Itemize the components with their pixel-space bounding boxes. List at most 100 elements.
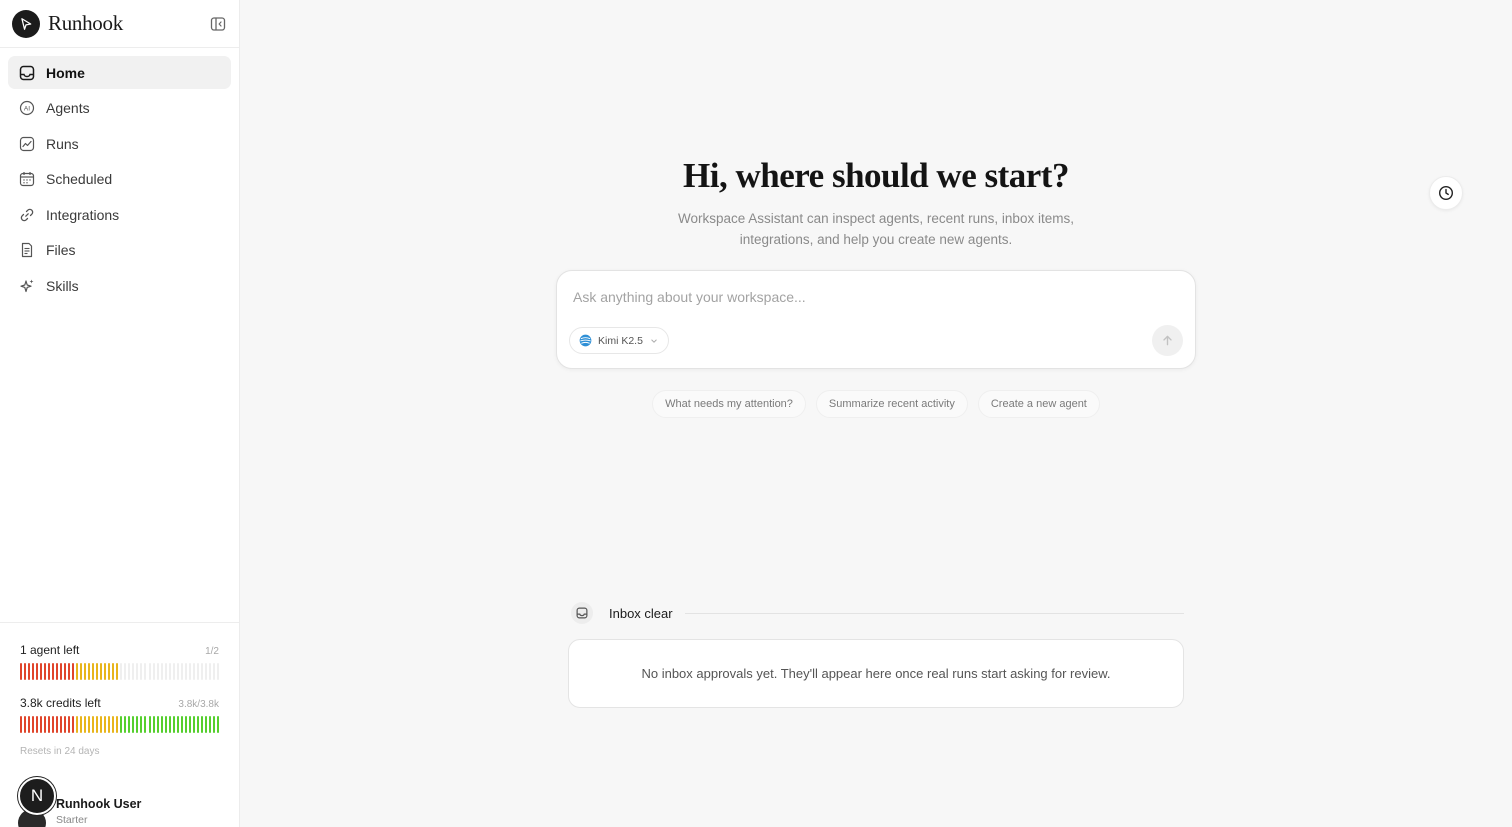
meter-tick — [84, 663, 87, 680]
brand-header: Runhook — [0, 0, 239, 48]
meter-tick — [24, 663, 27, 680]
divider — [684, 612, 1184, 614]
meter-tick — [96, 716, 99, 733]
meter-tick — [104, 716, 107, 733]
meter-tick — [64, 663, 67, 680]
suggestion-chip-attention[interactable]: What needs my attention? — [652, 390, 806, 418]
meter-tick — [108, 663, 111, 680]
collapse-sidebar-button[interactable] — [209, 15, 227, 33]
meter-tick — [160, 716, 163, 733]
meter-tick — [40, 663, 43, 680]
meter-tick — [144, 663, 147, 680]
meter-tick — [204, 716, 207, 733]
meter-tick — [156, 716, 159, 733]
sidebar-item-runs[interactable]: Runs — [8, 127, 231, 160]
model-globe-icon — [579, 334, 592, 347]
suggestion-chip-create-agent[interactable]: Create a new agent — [977, 390, 1100, 418]
app-logo[interactable] — [12, 9, 40, 38]
inbox-empty-card: No inbox approvals yet. They'll appear h… — [568, 639, 1184, 708]
usage-panel: 1 agent left 1/2 3.8k credits left 3.8k/… — [0, 622, 239, 827]
sidebar-toggle-icon — [210, 16, 226, 31]
sidebar-item-files[interactable]: Files — [8, 234, 231, 267]
meter-tick — [112, 663, 115, 680]
meter-tick — [68, 716, 71, 733]
sidebar-item-skills[interactable]: Skills — [8, 269, 231, 302]
page-title: Hi, where should we start? — [683, 156, 1069, 195]
chevron-down-icon — [651, 339, 657, 343]
model-selector[interactable]: Kimi K2.5 — [569, 327, 669, 354]
meter-tick — [76, 716, 79, 733]
meter-tick — [28, 716, 31, 733]
sidebar-item-scheduled[interactable]: Scheduled — [8, 163, 231, 196]
send-arrow-icon — [21, 17, 32, 30]
meter-tick — [196, 716, 199, 733]
sidebar-item-home[interactable]: Home — [8, 56, 231, 89]
meter-tick — [128, 663, 131, 680]
page-subtitle: Workspace Assistant can inspect agents, … — [240, 208, 1512, 250]
sidebar-item-integrations[interactable]: Integrations — [8, 198, 231, 231]
meter-tick — [68, 663, 71, 680]
sparkle-icon — [19, 278, 35, 294]
meter-tick — [176, 663, 179, 680]
meter-tick — [116, 663, 119, 680]
meter-tick — [200, 663, 203, 680]
chat-input[interactable] — [573, 289, 1133, 305]
line-chart-icon — [19, 136, 35, 152]
subtitle-line: integrations, and help you create new ag… — [739, 232, 1013, 247]
meter-tick — [208, 716, 211, 733]
meter-tick — [168, 716, 171, 733]
agents-usage-row: 1 agent left 1/2 — [20, 643, 219, 657]
meter-tick — [104, 663, 107, 680]
sidebar-item-label: Integrations — [46, 206, 120, 223]
meter-tick — [52, 716, 55, 733]
sidebar-item-label: Agents — [46, 100, 90, 116]
meter-tick — [120, 663, 123, 680]
sidebar-item-agents[interactable]: AI Agents — [8, 92, 231, 125]
meter-tick — [60, 716, 63, 733]
meter-tick — [100, 716, 103, 733]
meter-tick — [36, 716, 39, 733]
inbox-icon — [571, 602, 593, 624]
meter-tick — [168, 663, 171, 680]
meter-tick — [188, 716, 191, 733]
meter-tick — [60, 663, 63, 680]
arrow-up-icon — [1163, 335, 1172, 346]
sidebar-item-label: Files — [46, 242, 76, 258]
meter-tick — [84, 716, 87, 733]
svg-text:AI: AI — [24, 106, 30, 113]
meter-tick — [48, 716, 51, 733]
meter-tick — [88, 663, 91, 680]
suggestion-chip-summarize[interactable]: Summarize recent activity — [815, 390, 968, 418]
meter-tick — [32, 663, 35, 680]
meter-tick — [144, 716, 147, 733]
app-name: Runhook — [48, 11, 123, 35]
calendar-icon — [19, 171, 35, 187]
meter-tick — [180, 663, 183, 680]
meter-tick — [188, 663, 191, 680]
inbox-empty-message: No inbox approvals yet. They'll appear h… — [641, 666, 1111, 681]
credits-usage-row: 3.8k credits left 3.8k/3.8k — [20, 696, 219, 710]
user-profile[interactable]: N Runhook User Starter — [18, 777, 141, 827]
user-name: Runhook User — [56, 797, 142, 811]
document-icon — [19, 242, 35, 258]
send-button[interactable] — [1152, 325, 1183, 356]
inbox-tray-icon — [19, 65, 35, 81]
meter-tick — [20, 663, 22, 680]
meter-tick — [96, 663, 99, 680]
meter-tick — [164, 716, 167, 733]
sidebar-item-label: Home — [46, 64, 85, 81]
meter-tick — [24, 716, 27, 733]
avatar[interactable]: N — [18, 777, 56, 815]
meter-tick — [56, 663, 59, 680]
main-content: Hi, where should we start? Workspace Ass… — [240, 0, 1512, 827]
sidebar-item-label: Skills — [46, 277, 79, 294]
meter-tick — [80, 663, 83, 680]
subtitle-line: Workspace Assistant can inspect agents, … — [678, 211, 1074, 226]
inbox-section-header: Inbox clear — [570, 602, 1184, 624]
meter-tick — [52, 663, 55, 680]
meter-tick — [136, 663, 139, 680]
meter-tick — [176, 716, 179, 733]
meter-tick — [148, 716, 151, 733]
meter-tick — [116, 716, 119, 733]
meter-tick — [108, 716, 111, 733]
